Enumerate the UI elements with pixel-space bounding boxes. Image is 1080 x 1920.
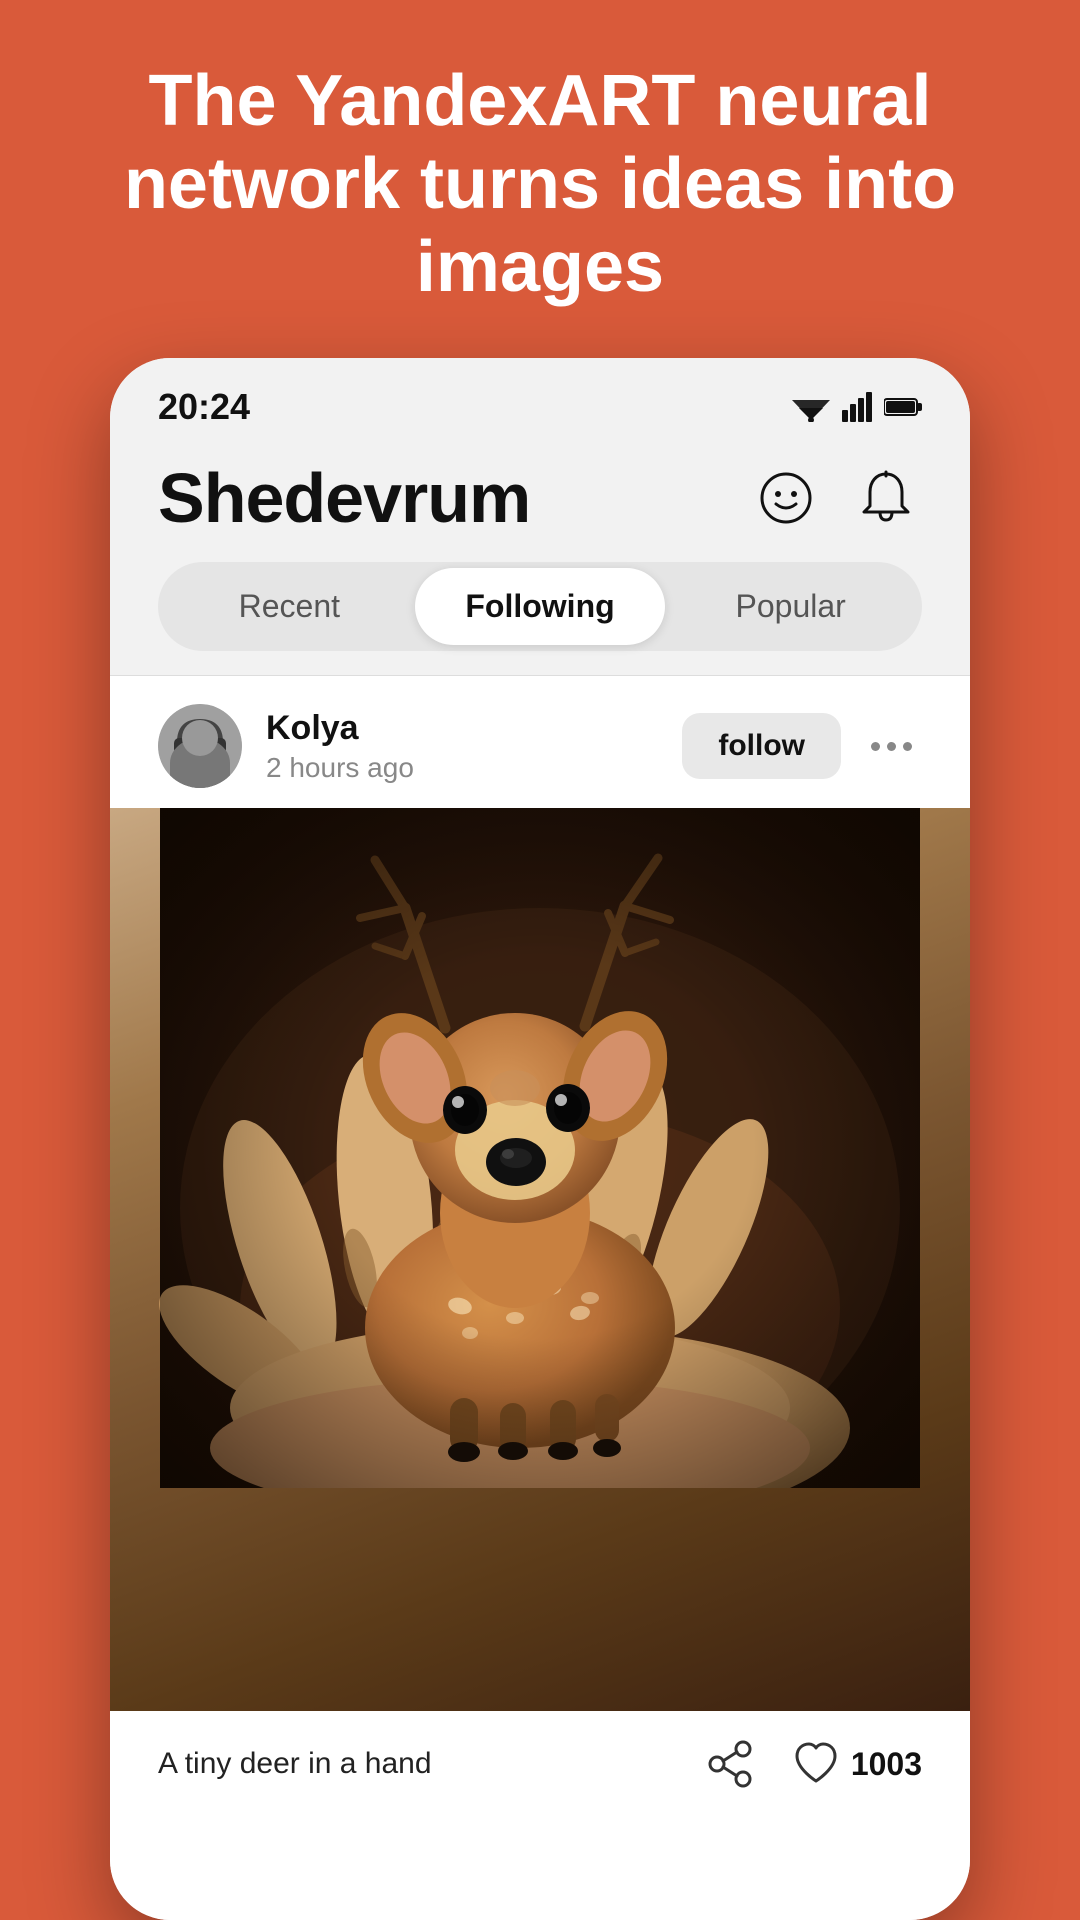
- post-image[interactable]: [110, 808, 970, 1711]
- deer-illustration: [110, 808, 970, 1488]
- status-icons: [792, 392, 922, 422]
- signal-icon: [842, 392, 872, 422]
- post-username: Kolya: [266, 709, 658, 748]
- app-title: Shedevrum: [158, 458, 530, 538]
- dot-1: [871, 742, 880, 751]
- wifi-icon: [792, 392, 830, 422]
- status-bar: 20:24: [110, 358, 970, 438]
- heart-icon: [791, 1739, 841, 1789]
- profile-icon-button[interactable]: [750, 462, 822, 534]
- post-user-info: Kolya 2 hours ago: [266, 709, 658, 784]
- tabs: Recent Following Popular: [158, 562, 922, 651]
- dot-3: [903, 742, 912, 751]
- tab-popular[interactable]: Popular: [665, 568, 916, 645]
- like-count: 1003: [851, 1746, 922, 1783]
- headline-text: The YandexART neural network turns ideas…: [0, 0, 1080, 358]
- status-time: 20:24: [158, 386, 250, 428]
- smiley-face-icon: [758, 470, 814, 526]
- avatar-image: [158, 704, 242, 788]
- like-button[interactable]: 1003: [791, 1739, 922, 1789]
- footer-actions: 1003: [705, 1739, 922, 1789]
- battery-icon: [884, 396, 922, 418]
- post-caption: A tiny deer in a hand: [158, 1747, 685, 1781]
- app-header: Shedevrum: [110, 438, 970, 562]
- tab-recent[interactable]: Recent: [164, 568, 415, 645]
- share-icon: [705, 1739, 755, 1789]
- content-area: Kolya 2 hours ago follow: [110, 676, 970, 1920]
- post-actions: follow: [682, 713, 922, 779]
- post-time: 2 hours ago: [266, 752, 658, 784]
- tabs-container: Recent Following Popular: [110, 562, 970, 675]
- post-footer: A tiny deer in a hand: [110, 1711, 970, 1817]
- post-header: Kolya 2 hours ago follow: [110, 676, 970, 808]
- bell-icon: [860, 470, 912, 526]
- phone-frame: 20:24: [110, 358, 970, 1920]
- share-button[interactable]: [705, 1739, 755, 1789]
- notification-icon-button[interactable]: [850, 462, 922, 534]
- follow-button[interactable]: follow: [682, 713, 841, 779]
- dot-2: [887, 742, 896, 751]
- phone-wrapper: 20:24: [110, 358, 970, 1920]
- header-icons: [750, 462, 922, 534]
- user-avatar[interactable]: [158, 704, 242, 788]
- tab-following[interactable]: Following: [415, 568, 666, 645]
- more-options-button[interactable]: [861, 732, 922, 761]
